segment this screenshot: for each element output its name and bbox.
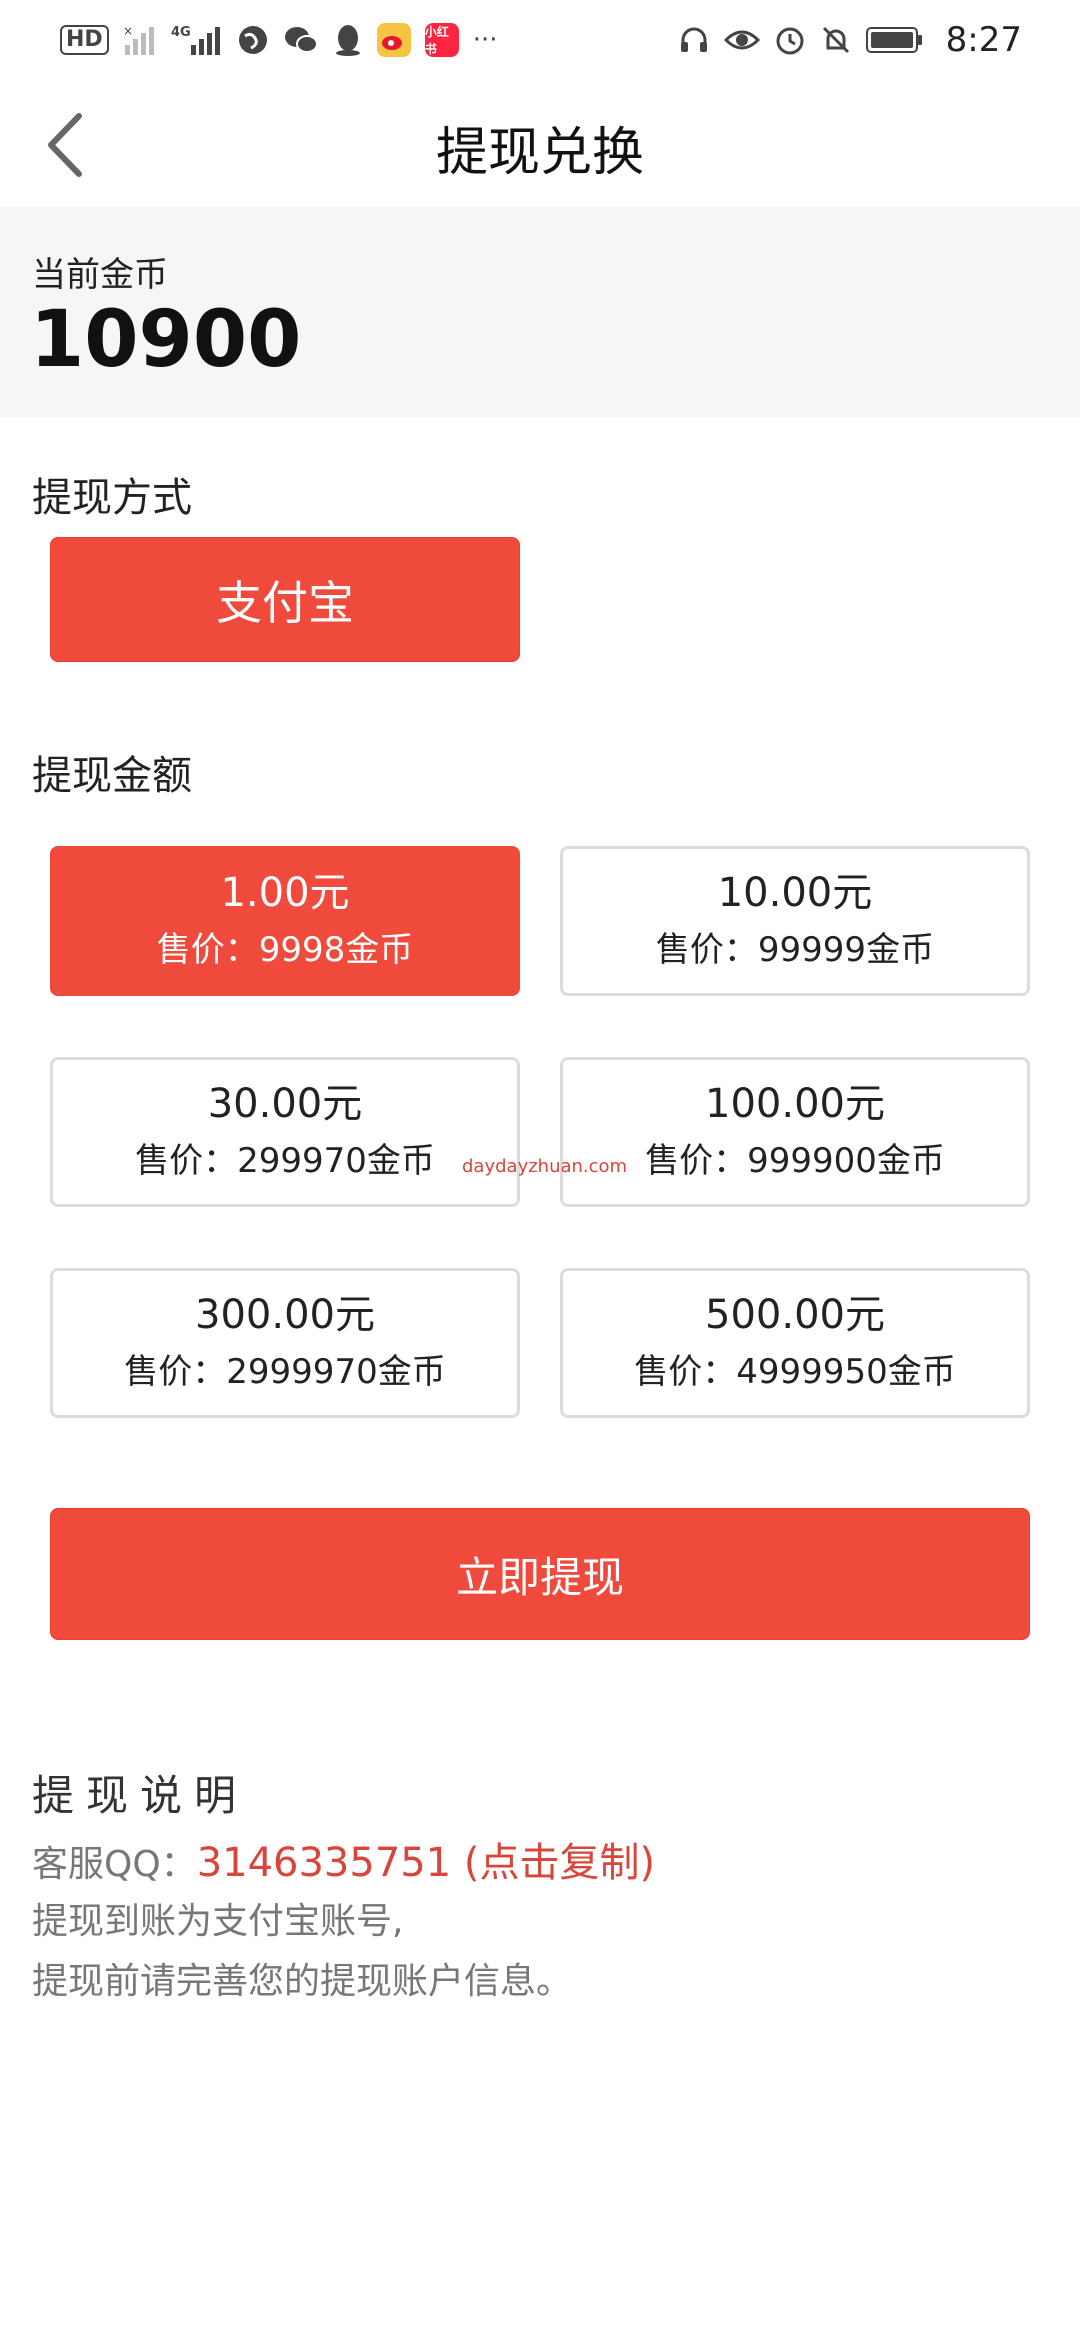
coin-value: 10900 (30, 295, 302, 385)
alipay-method-label: 支付宝 (216, 575, 354, 630)
status-bar: HD × 4G 小红书 ··· 8:27 (0, 0, 1080, 80)
customer-service-line: 客服QQ：3146335751 (点击复制) (32, 1830, 655, 1888)
svg-text:×: × (123, 24, 133, 38)
app-header: 提现兑换 (0, 90, 1080, 200)
withdraw-now-label: 立即提现 (455, 1552, 624, 1602)
qq-number-copy-link[interactable]: 3146335751 (点击复制) (197, 1840, 655, 1886)
more-notifications-icon: ··· (472, 25, 498, 55)
battery-icon (865, 23, 924, 57)
qq-icon (333, 23, 363, 57)
amount-price: 售价：999900金币 (645, 1141, 945, 1181)
amount-price: 售价：2999970金币 (124, 1352, 446, 1392)
amount-option-1[interactable]: 1.00元 售价：9998金币 (50, 846, 520, 996)
amount-option-300[interactable]: 300.00元 售价：2999970金币 (50, 1268, 520, 1418)
amount-price: 售价：4999950金币 (634, 1352, 956, 1392)
status-time: 8:27 (945, 20, 1022, 60)
eye-icon (723, 23, 760, 57)
signal-4g-icon: 4G (171, 23, 223, 57)
page-title: 提现兑换 (435, 123, 644, 183)
amount-option-30[interactable]: 30.00元 售价：299970金币 (50, 1057, 520, 1207)
amount-section-title: 提现金额 (32, 753, 192, 799)
wechat-icon (283, 23, 319, 57)
headphones-icon (678, 23, 710, 57)
globe-icon (237, 23, 269, 57)
method-section-title: 提现方式 (32, 475, 192, 521)
coin-label: 当前金币 (32, 255, 168, 295)
amount-option-100[interactable]: 100.00元 售价：999900金币 (560, 1057, 1030, 1207)
notes-line-1: 提现到账为支付宝账号, (32, 1901, 404, 1942)
status-bar-right: 8:27 (678, 20, 1022, 60)
amount-option-10[interactable]: 10.00元 售价：99999金币 (560, 846, 1030, 996)
amount-value: 10.00元 (717, 870, 873, 916)
mute-bell-icon (820, 23, 852, 57)
amount-value: 30.00元 (207, 1081, 363, 1127)
amount-price: 售价：299970金币 (135, 1141, 435, 1181)
hd-label: HD (60, 25, 109, 55)
qq-label: 客服QQ： (32, 1844, 197, 1885)
coin-balance-panel: 当前金币 10900 (0, 207, 1080, 417)
alipay-method-button[interactable]: 支付宝 (50, 537, 520, 662)
signal-off-icon: × (123, 23, 157, 57)
network-text: 4G (171, 25, 191, 40)
amount-value: 100.00元 (705, 1081, 885, 1127)
amount-value: 500.00元 (705, 1292, 885, 1338)
weibo-icon (376, 23, 411, 57)
amount-value: 1.00元 (220, 870, 350, 916)
hd-icon: HD (60, 23, 109, 57)
watermark-text: daydayzhuan.com (462, 1156, 628, 1177)
amount-value: 300.00元 (195, 1292, 375, 1338)
withdraw-now-button[interactable]: 立即提现 (50, 1508, 1030, 1640)
notes-title: 提现说明 (32, 1771, 249, 1820)
status-bar-left: HD × 4G 小红书 ··· (60, 23, 497, 57)
amount-price: 售价：9998金币 (156, 930, 414, 970)
notes-line-2: 提现前请完善您的提现账户信息。 (32, 1961, 573, 2002)
xiaohongshu-icon: 小红书 (424, 23, 459, 57)
alarm-icon (774, 23, 806, 57)
amount-price: 售价：99999金币 (655, 930, 935, 970)
amount-option-500[interactable]: 500.00元 售价：4999950金币 (560, 1268, 1030, 1418)
xiaohongshu-label: 小红书 (424, 25, 449, 56)
